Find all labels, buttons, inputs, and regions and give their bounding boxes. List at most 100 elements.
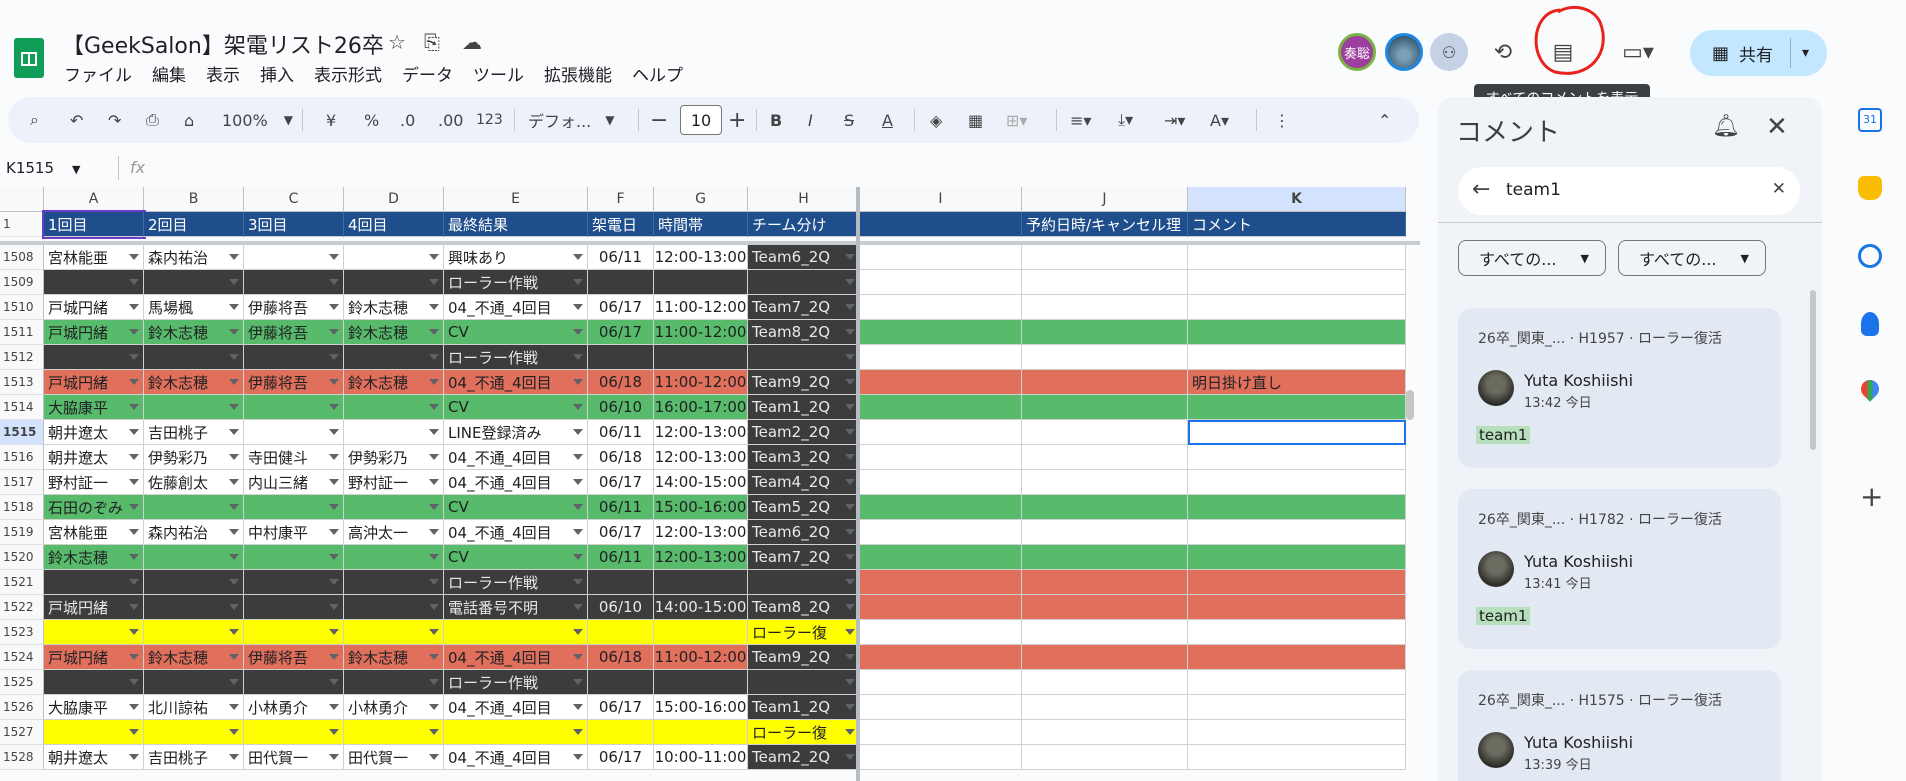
grid-cell[interactable] xyxy=(860,445,1022,470)
chevron-down-icon[interactable] xyxy=(845,604,855,610)
row-header[interactable]: 1509 xyxy=(0,270,44,295)
grid-cell[interactable]: ローラー復 xyxy=(748,620,860,645)
grid-cell[interactable] xyxy=(344,245,444,270)
grid-cell[interactable]: CV xyxy=(444,495,588,520)
grid-cell[interactable]: 戸城円緒 xyxy=(44,320,144,345)
chevron-down-icon[interactable] xyxy=(573,379,583,385)
chevron-down-icon[interactable] xyxy=(129,604,139,610)
grid-cell[interactable] xyxy=(1022,270,1188,295)
grid-cell[interactable] xyxy=(654,720,748,745)
grid-cell[interactable] xyxy=(588,620,654,645)
grid-cell[interactable]: 04_不通_4回目 xyxy=(444,695,588,720)
grid-cell[interactable] xyxy=(1188,595,1406,620)
grid-cell[interactable] xyxy=(144,720,244,745)
grid-cell[interactable]: CV xyxy=(444,545,588,570)
chevron-down-icon[interactable] xyxy=(573,679,583,685)
chevron-down-icon[interactable] xyxy=(845,454,855,460)
row-header[interactable]: 1517 xyxy=(0,470,44,495)
row-header[interactable]: 1525 xyxy=(0,670,44,695)
chevron-down-icon[interactable] xyxy=(573,579,583,585)
grid-cell[interactable]: ローラー作戦 xyxy=(444,570,588,595)
grid-cell[interactable]: CV xyxy=(444,395,588,420)
grid-cell[interactable] xyxy=(860,345,1022,370)
grid-cell[interactable]: 伊藤将吾 xyxy=(244,295,344,320)
grid-cell[interactable] xyxy=(1188,670,1406,695)
grid-cell[interactable] xyxy=(244,270,344,295)
grid-cell[interactable] xyxy=(344,495,444,520)
grid-cell[interactable] xyxy=(654,270,748,295)
grid-cell[interactable] xyxy=(44,720,144,745)
frozen-column-divider[interactable] xyxy=(856,187,860,781)
clear-search-icon[interactable]: ✕ xyxy=(1772,179,1786,199)
grid-cell[interactable] xyxy=(1022,245,1188,270)
chevron-down-icon[interactable] xyxy=(329,679,339,685)
grid-cell[interactable]: Team6_2Q xyxy=(748,520,860,545)
header-cell[interactable]: チーム分け xyxy=(748,212,860,237)
grid-cell[interactable] xyxy=(654,670,748,695)
chevron-down-icon[interactable] xyxy=(329,529,339,535)
notification-bell-icon[interactable]: 🔔︎ xyxy=(1712,114,1740,139)
grid-cell[interactable] xyxy=(244,345,344,370)
grid-cell[interactable] xyxy=(144,620,244,645)
grid-cell[interactable]: 内山三緒 xyxy=(244,470,344,495)
grid-cell[interactable]: 鈴木志穂 xyxy=(144,320,244,345)
grid-cell[interactable] xyxy=(44,270,144,295)
header-cell[interactable]: 4回目 xyxy=(344,212,444,237)
chevron-down-icon[interactable] xyxy=(329,279,339,285)
close-panel-icon[interactable]: ✕ xyxy=(1766,112,1788,142)
chevron-down-icon[interactable] xyxy=(429,679,439,685)
grid-cell[interactable] xyxy=(1188,245,1406,270)
column-header-f[interactable]: F xyxy=(588,187,654,212)
grid-cell[interactable] xyxy=(1022,295,1188,320)
chevron-down-icon[interactable] xyxy=(845,329,855,335)
grid-cell[interactable] xyxy=(860,245,1022,270)
grid-cell[interactable] xyxy=(1188,270,1406,295)
grid-cell[interactable]: 06/17 xyxy=(588,320,654,345)
row-header[interactable]: 1513 xyxy=(0,370,44,395)
grid-cell[interactable] xyxy=(1022,370,1188,395)
grid-cell[interactable]: ローラー作戦 xyxy=(444,670,588,695)
grid-cell[interactable] xyxy=(1022,595,1188,620)
grid-cell[interactable] xyxy=(1022,520,1188,545)
grid-cell[interactable]: Team2_2Q xyxy=(748,420,860,445)
grid-cell[interactable]: 06/11 xyxy=(588,420,654,445)
row-header[interactable]: 1524 xyxy=(0,645,44,670)
grid-cell[interactable]: 14:00-15:00 xyxy=(654,595,748,620)
grid-cell[interactable] xyxy=(1022,320,1188,345)
comment-search-field[interactable]: ← team1 ✕ xyxy=(1458,167,1800,215)
grid-cell[interactable] xyxy=(44,670,144,695)
chevron-down-icon[interactable] xyxy=(229,704,239,710)
grid-cell[interactable]: 鈴木志穂 xyxy=(344,645,444,670)
chevron-down-icon[interactable] xyxy=(229,279,239,285)
share-dropdown-icon[interactable]: ▾ xyxy=(1802,45,1809,61)
grid-cell[interactable] xyxy=(344,270,444,295)
chevron-down-icon[interactable] xyxy=(573,704,583,710)
chevron-down-icon[interactable] xyxy=(429,404,439,410)
grid-cell[interactable]: 06/17 xyxy=(588,295,654,320)
column-header-d[interactable]: D xyxy=(344,187,444,212)
chevron-down-icon[interactable] xyxy=(129,704,139,710)
chevron-down-icon[interactable] xyxy=(129,279,139,285)
grid-cell[interactable] xyxy=(1188,645,1406,670)
grid-cell[interactable]: 04_不通_4回目 xyxy=(444,470,588,495)
grid-cell[interactable]: 12:00-13:00 xyxy=(654,520,748,545)
grid-cell[interactable]: 伊勢彩乃 xyxy=(344,445,444,470)
grid-cell[interactable]: 北川諒祐 xyxy=(144,695,244,720)
grid-cell[interactable] xyxy=(144,670,244,695)
grid-cell[interactable] xyxy=(144,570,244,595)
chevron-down-icon[interactable] xyxy=(229,754,239,760)
chevron-down-icon[interactable] xyxy=(845,254,855,260)
comment-card[interactable]: 26卒_関東_... · H1782 · ローラー復活 Yuta Koshiis… xyxy=(1458,489,1781,649)
chevron-down-icon[interactable] xyxy=(129,754,139,760)
chevron-down-icon[interactable] xyxy=(129,329,139,335)
chevron-down-icon[interactable] xyxy=(845,729,855,735)
chevron-down-icon[interactable] xyxy=(129,529,139,535)
grid-cell[interactable] xyxy=(588,670,654,695)
grid-cell[interactable] xyxy=(344,595,444,620)
grid-cell[interactable]: 興味あり xyxy=(444,245,588,270)
chevron-down-icon[interactable] xyxy=(229,629,239,635)
chevron-down-icon[interactable] xyxy=(845,354,855,360)
chevron-down-icon[interactable] xyxy=(573,304,583,310)
share-button[interactable]: ▦ 共有 ▾ xyxy=(1690,30,1827,76)
row-header[interactable]: 1514 xyxy=(0,395,44,420)
